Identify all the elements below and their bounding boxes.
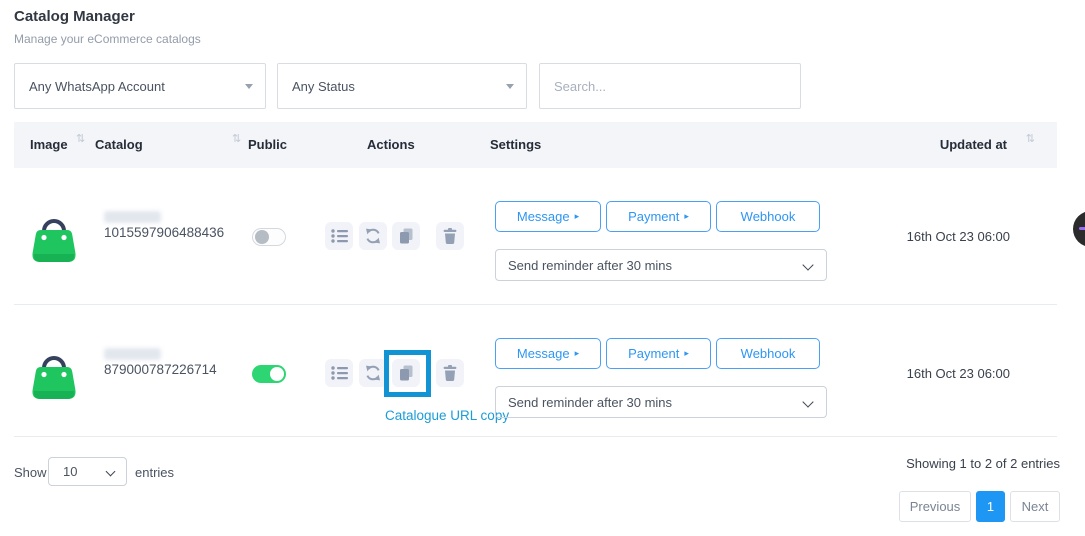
chevron-down-icon: [245, 84, 253, 89]
sort-icon[interactable]: ⇅: [76, 132, 85, 145]
toggle-knob: [255, 230, 269, 244]
catalog-name-redacted: [104, 348, 161, 360]
chevron-down-icon: [506, 84, 514, 89]
page-size-select[interactable]: 10: [48, 457, 127, 486]
table-row: 879000787226714 Catalogue URL copy Messa…: [0, 305, 1085, 437]
message-settings-button[interactable]: Message ▸: [495, 338, 601, 369]
reminder-select[interactable]: Send reminder after 30 mins: [495, 249, 827, 281]
chevron-down-icon: [106, 467, 116, 477]
delete-button[interactable]: [436, 359, 464, 387]
webhook-settings-button[interactable]: Webhook: [716, 201, 820, 232]
column-header-actions: Actions: [367, 137, 415, 152]
catalog-bag-icon: [30, 210, 78, 264]
public-toggle[interactable]: [252, 365, 286, 383]
refresh-icon: [364, 364, 382, 382]
table-header: Image ⇅ Catalog ⇅ Public Actions Setting…: [14, 122, 1057, 168]
button-label: Payment: [628, 209, 679, 224]
trash-icon: [441, 364, 459, 382]
caret-right-icon: ▸: [684, 211, 689, 222]
status-dropdown[interactable]: Any Status: [277, 63, 527, 109]
button-label: Message: [517, 346, 570, 361]
public-toggle[interactable]: [252, 228, 286, 246]
delete-button[interactable]: [436, 222, 464, 250]
chevron-down-icon: [802, 259, 813, 270]
entries-summary: Showing 1 to 2 of 2 entries: [906, 456, 1060, 471]
show-label: Show: [14, 465, 47, 480]
catalog-bag-icon: [30, 347, 78, 401]
column-header-catalog[interactable]: Catalog: [95, 137, 143, 152]
payment-settings-button[interactable]: Payment ▸: [606, 338, 711, 369]
copy-url-button[interactable]: [392, 222, 420, 250]
catalog-id: 1015597906488436: [104, 225, 224, 240]
updated-at: 16th Oct 23 06:00: [907, 366, 1010, 381]
table-row: 1015597906488436 Message ▸ Payment ▸ Webho…: [0, 168, 1085, 305]
reminder-select[interactable]: Send reminder after 30 mins: [495, 386, 827, 418]
annotation-highlight-box: [384, 350, 431, 397]
webhook-settings-button[interactable]: Webhook: [716, 338, 820, 369]
whatsapp-account-dropdown-value: Any WhatsApp Account: [29, 79, 165, 94]
caret-right-icon: ▸: [575, 211, 580, 222]
refresh-icon: [364, 227, 382, 245]
annotation-label: Catalogue URL copy: [385, 408, 509, 423]
column-header-image[interactable]: Image: [30, 137, 68, 152]
row-divider: [14, 436, 1057, 437]
search-input[interactable]: [539, 63, 801, 109]
chevron-down-icon: [802, 396, 813, 407]
sort-icon[interactable]: ⇅: [1026, 132, 1035, 145]
column-header-public: Public: [248, 137, 287, 152]
whatsapp-account-dropdown[interactable]: Any WhatsApp Account: [14, 63, 266, 109]
status-dropdown-value: Any Status: [292, 79, 355, 94]
next-page-button[interactable]: Next: [1010, 491, 1060, 522]
column-header-updated-at[interactable]: Updated at: [940, 137, 1007, 152]
list-icon: [330, 364, 348, 382]
page-subtitle: Manage your eCommerce catalogs: [14, 32, 201, 46]
toggle-knob: [270, 367, 284, 381]
button-label: Payment: [628, 346, 679, 361]
reminder-select-value: Send reminder after 30 mins: [508, 258, 672, 273]
widget-dash-icon: [1079, 227, 1085, 230]
list-items-button[interactable]: [325, 222, 353, 250]
entries-label: entries: [135, 465, 174, 480]
catalog-manager-page: Catalog Manager Manage your eCommerce ca…: [0, 0, 1085, 536]
current-page-button[interactable]: 1: [976, 491, 1005, 522]
button-label: Webhook: [741, 209, 796, 224]
button-label: Webhook: [741, 346, 796, 361]
trash-icon: [441, 227, 459, 245]
sync-button[interactable]: [359, 222, 387, 250]
caret-right-icon: ▸: [684, 348, 689, 359]
message-settings-button[interactable]: Message ▸: [495, 201, 601, 232]
sort-icon[interactable]: ⇅: [232, 132, 241, 145]
payment-settings-button[interactable]: Payment ▸: [606, 201, 711, 232]
updated-at: 16th Oct 23 06:00: [907, 229, 1010, 244]
page-size-value: 10: [63, 464, 77, 479]
catalog-name-redacted: [104, 211, 161, 223]
reminder-select-value: Send reminder after 30 mins: [508, 395, 672, 410]
list-items-button[interactable]: [325, 359, 353, 387]
caret-right-icon: ▸: [575, 348, 580, 359]
column-header-settings: Settings: [490, 137, 541, 152]
button-label: Message: [517, 209, 570, 224]
previous-page-button[interactable]: Previous: [899, 491, 971, 522]
catalog-id: 879000787226714: [104, 362, 217, 377]
page-title: Catalog Manager: [14, 8, 135, 25]
copy-icon: [397, 227, 415, 245]
sync-button[interactable]: [359, 359, 387, 387]
list-icon: [330, 227, 348, 245]
